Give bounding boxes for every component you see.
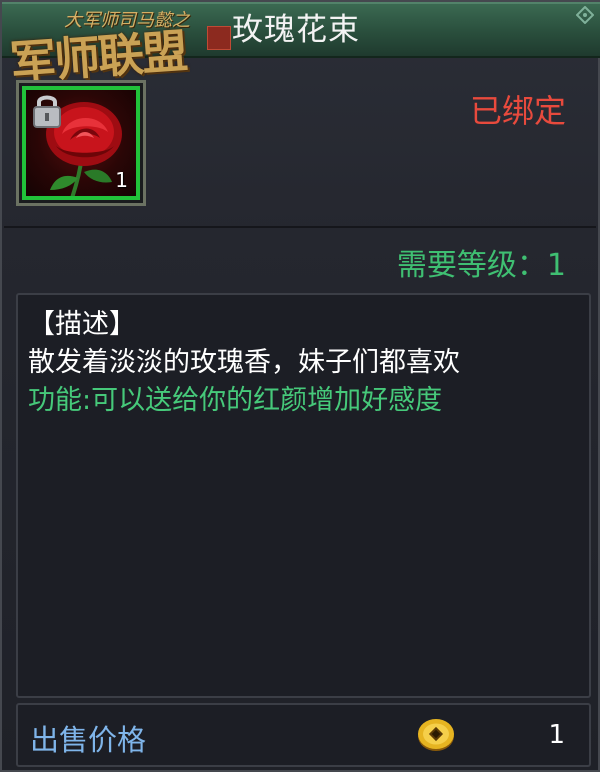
divider bbox=[4, 226, 596, 228]
description-text: 散发着淡淡的玫瑰香，妹子们都喜欢 bbox=[28, 347, 460, 378]
logo-title: 军师联盟 bbox=[8, 23, 188, 91]
description-header: 【描述】 bbox=[28, 309, 136, 340]
item-count: 1 bbox=[115, 168, 128, 192]
item-slot[interactable]: 1 bbox=[16, 80, 146, 206]
sell-price-value: 1 bbox=[548, 720, 565, 750]
level-requirement: 需要等级：1 bbox=[396, 248, 566, 283]
item-icon-frame: 1 bbox=[22, 86, 140, 200]
description-box: 【描述】 散发着淡淡的玫瑰香，妹子们都喜欢 功能:可以送给你的红颜增加好感度 bbox=[16, 293, 591, 698]
item-tooltip-panel: 玫瑰花束 大军师司马懿之 军师联盟 1 已绑定 需要等级：1 【描述】 散发着淡… bbox=[0, 0, 600, 772]
lock-icon bbox=[33, 95, 61, 128]
item-title: 玫瑰花束 bbox=[232, 12, 360, 48]
corner-ornament-icon bbox=[576, 6, 594, 24]
price-box: 出售价格 1 bbox=[16, 703, 591, 767]
copper-coin-icon bbox=[418, 719, 454, 751]
logo-seal-icon bbox=[207, 26, 231, 50]
sell-price-label: 出售价格 bbox=[30, 723, 147, 757]
function-text: 功能:可以送给你的红颜增加好感度 bbox=[28, 385, 443, 416]
bound-status: 已绑定 bbox=[469, 92, 566, 130]
